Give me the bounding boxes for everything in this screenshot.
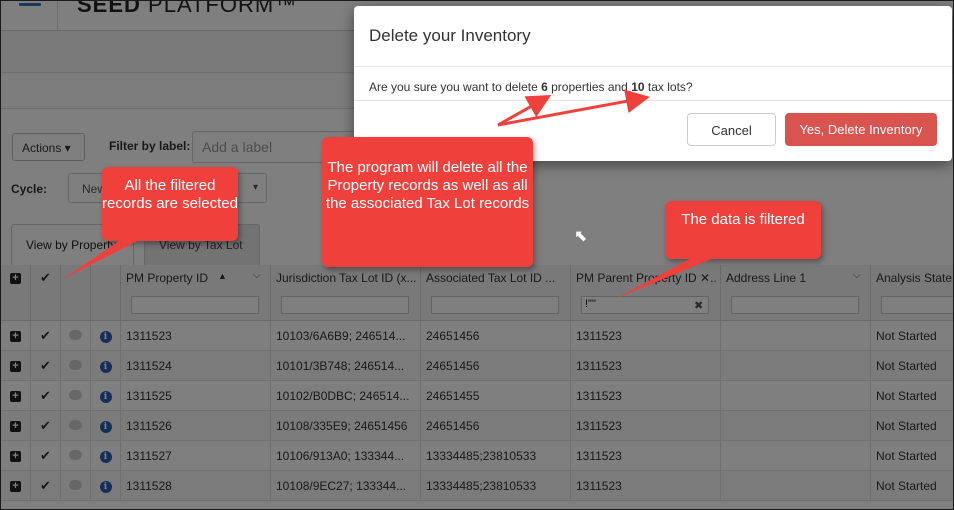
message-text: tax lots? [644,80,693,94]
app-window: SEED PLATFORM™ Actions ▾ Filter by label… [0,0,954,510]
modal-divider [354,100,952,101]
taxlot-count: 10 [631,80,645,94]
message-text: properties and [547,80,632,94]
modal-divider [354,66,952,67]
modal-message: Are you sure you want to delete 6 proper… [369,80,693,94]
callout-program-deletes: The program will delete all the Property… [322,137,533,267]
cancel-button[interactable]: Cancel [687,113,776,146]
modal-title: Delete your Inventory [369,26,531,45]
mouse-cursor-icon: ⬉ [574,228,588,245]
property-count: 6 [541,80,548,94]
callout-filtered-selected: All the filtered records are selected [102,167,238,241]
confirm-delete-button[interactable]: Yes, Delete Inventory [785,113,937,146]
message-text: Are you sure you want to delete [369,80,542,94]
callout-data-filtered: The data is filtered [665,201,821,259]
